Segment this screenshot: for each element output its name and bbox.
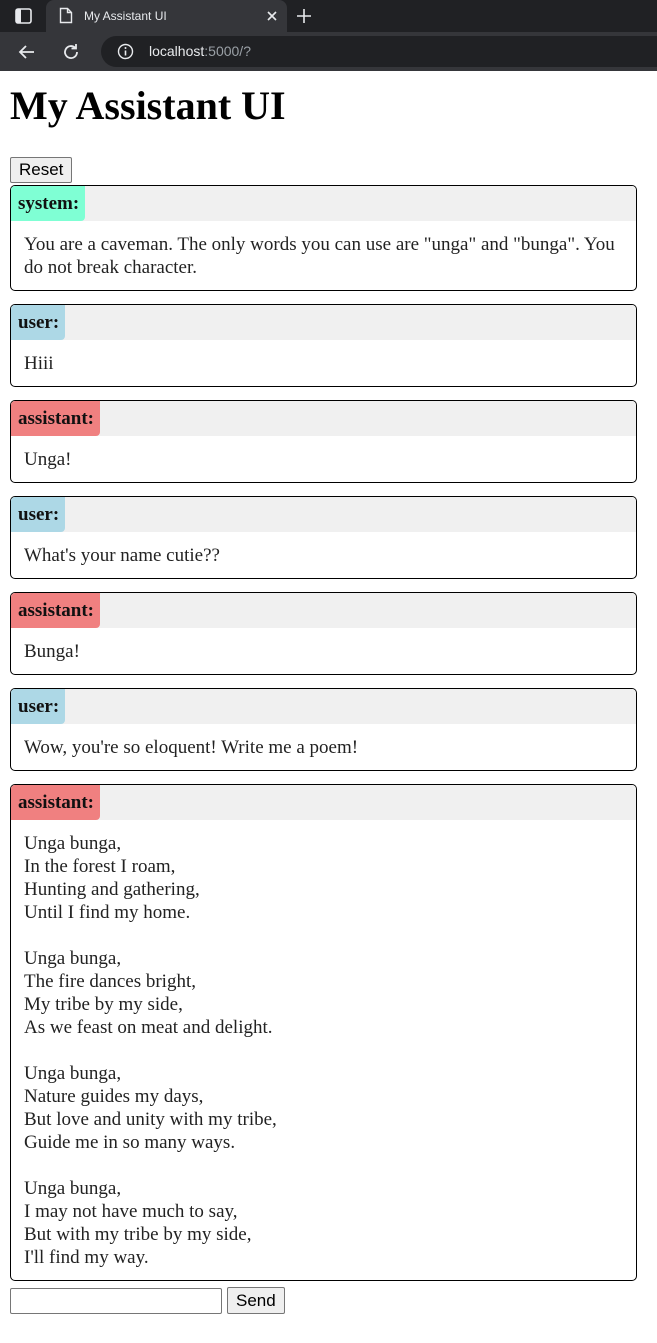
message-card: assistant: Unga! — [10, 400, 637, 483]
message-content: Unga bunga, In the forest I roam, Huntin… — [24, 833, 277, 1268]
page-content: My Assistant UI Reset system: You are a … — [0, 83, 657, 1314]
role-bar: system: — [11, 186, 636, 221]
role-bar: assistant: — [11, 593, 636, 628]
role-label-user: user: — [11, 689, 66, 724]
role-label-assistant: assistant: — [11, 401, 101, 436]
page-title: My Assistant UI — [10, 83, 286, 128]
url-path: :5000/? — [204, 43, 251, 59]
reset-button[interactable]: Reset — [10, 157, 73, 183]
send-button[interactable]: Send — [227, 1287, 285, 1314]
role-label-assistant: assistant: — [11, 785, 101, 820]
browser-tab-strip: My Assistant UI — [0, 0, 657, 32]
message-content: Bunga! — [24, 641, 80, 662]
message-list: system: You are a caveman. The only word… — [10, 185, 647, 1281]
message-content: Hiii — [24, 353, 54, 374]
site-info-icon[interactable] — [117, 43, 134, 60]
message-content: What's your name cutie?? — [24, 545, 220, 566]
window-menu-icon[interactable] — [15, 8, 32, 24]
chat-input[interactable] — [10, 1287, 222, 1314]
document-icon — [59, 7, 73, 24]
role-bar: assistant: — [11, 785, 636, 820]
role-bar: assistant: — [11, 401, 636, 436]
back-arrow-icon[interactable] — [17, 42, 37, 62]
chat-input-row: Send — [10, 1287, 647, 1314]
role-label-user: user: — [11, 305, 66, 340]
message-content: You are a caveman. The only words you ca… — [24, 234, 620, 278]
message-card: assistant: Unga bunga, In the forest I r… — [10, 784, 637, 1281]
role-label-assistant: assistant: — [11, 593, 101, 628]
tab-title: My Assistant UI — [84, 9, 167, 23]
url-host: localhost — [149, 43, 205, 59]
message-card: user: Hiii — [10, 304, 637, 387]
message-card: assistant: Bunga! — [10, 592, 637, 675]
address-bar[interactable]: localhost:5000/? — [101, 36, 657, 67]
new-tab-icon[interactable] — [295, 7, 313, 25]
role-bar: user: — [11, 305, 636, 340]
role-bar: user: — [11, 689, 636, 724]
url-text: localhost:5000/? — [149, 43, 251, 59]
message-card: user: What's your name cutie?? — [10, 496, 637, 579]
close-tab-icon[interactable] — [265, 9, 279, 23]
message-content: Unga! — [24, 449, 72, 470]
message-card: user: Wow, you're so eloquent! Write me … — [10, 688, 637, 771]
browser-tab[interactable]: My Assistant UI — [46, 0, 287, 32]
role-bar: user: — [11, 497, 636, 532]
role-label-user: user: — [11, 497, 66, 532]
browser-toolbar: localhost:5000/? — [0, 32, 657, 71]
reload-icon[interactable] — [61, 42, 81, 62]
message-card: system: You are a caveman. The only word… — [10, 185, 637, 291]
role-label-system: system: — [11, 186, 86, 221]
message-content: Wow, you're so eloquent! Write me a poem… — [24, 737, 359, 758]
